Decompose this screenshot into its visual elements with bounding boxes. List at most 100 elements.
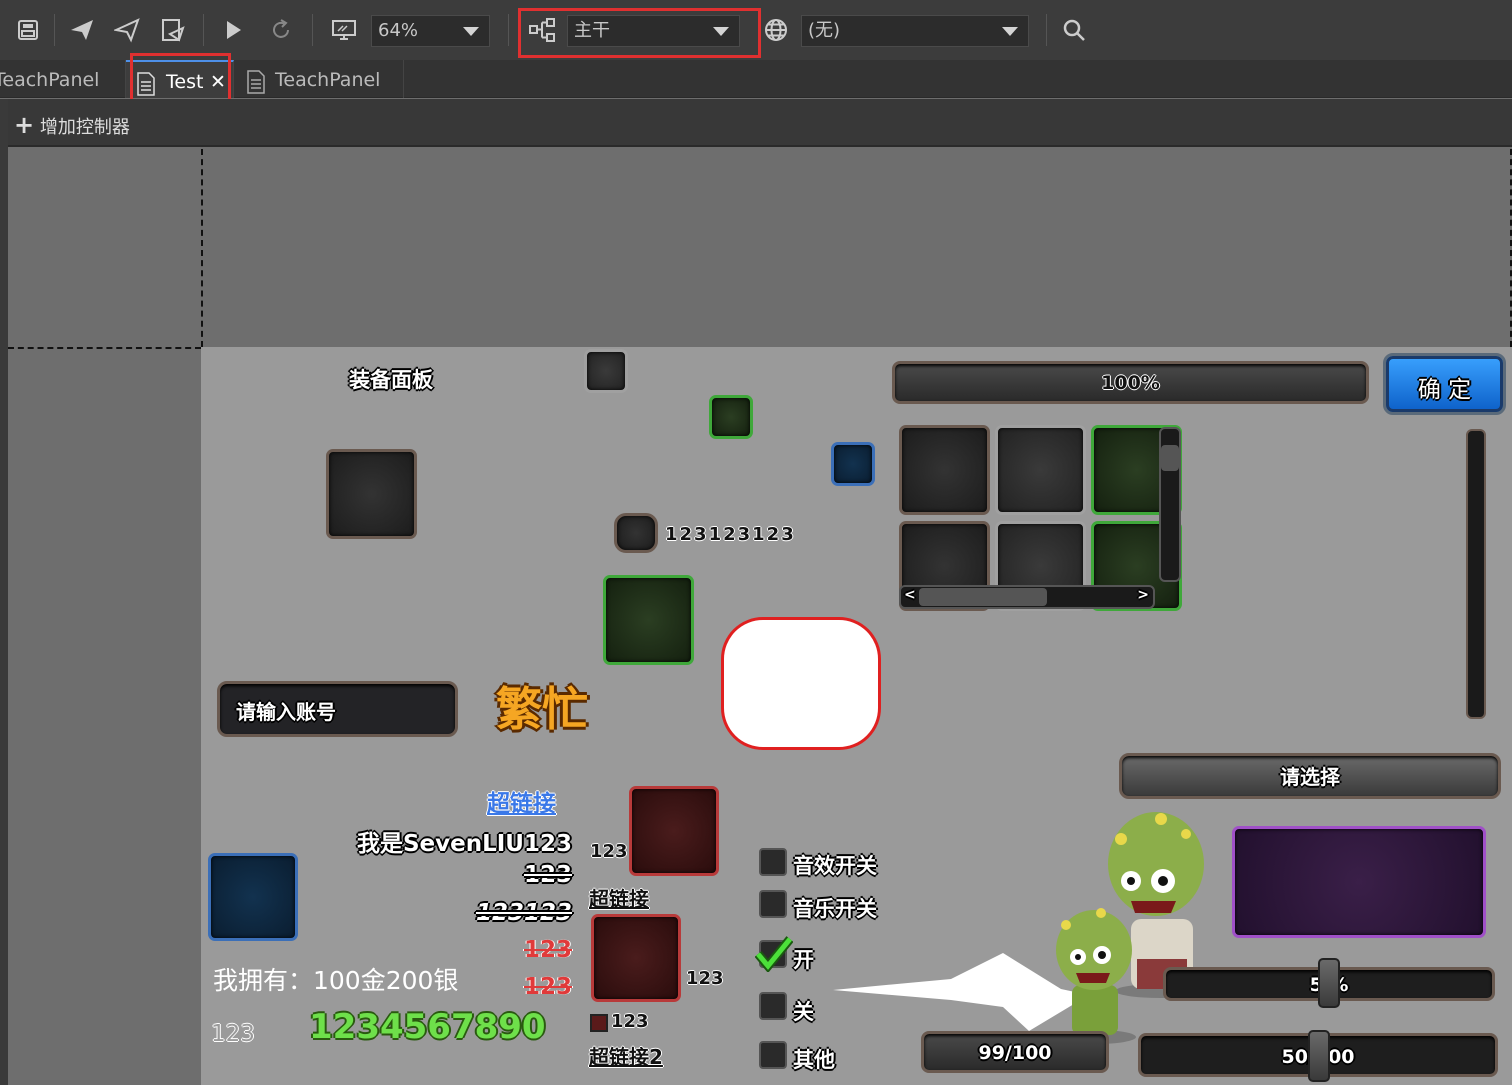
rounded-shape — [721, 617, 881, 750]
publish-settings-icon[interactable] — [157, 14, 189, 46]
label-123: 123 — [590, 841, 628, 862]
select-dropdown[interactable]: 请选择 — [1119, 753, 1501, 799]
publish-outline-icon[interactable] — [111, 14, 143, 46]
panel-title: 装备面板 — [349, 368, 433, 392]
checkbox-off[interactable] — [759, 992, 787, 1020]
chevron-down-icon — [1002, 27, 1018, 36]
guide-line — [201, 149, 203, 347]
busy-label: 繁忙 — [496, 682, 588, 736]
checkbox-label: 音效开关 — [793, 854, 877, 878]
item-list[interactable] — [899, 425, 1189, 611]
zoom-value: 64% — [378, 20, 419, 41]
tab-test[interactable]: Test ✕ — [126, 60, 234, 98]
zoom-select[interactable]: 64% — [371, 15, 490, 47]
preview-device-icon[interactable] — [328, 14, 360, 46]
tab-label: Test — [166, 71, 204, 93]
checkbox-label: 开 — [793, 948, 814, 972]
checkbox-label: 关 — [793, 1000, 814, 1024]
item-slot-blue[interactable] — [208, 853, 298, 941]
language-value: (无) — [808, 20, 841, 41]
checkbox-sound[interactable] — [759, 848, 787, 876]
item-slot-green[interactable] — [603, 575, 694, 665]
richtext-name: 我是SevenLIU123 — [356, 831, 572, 857]
save-icon[interactable] — [12, 14, 44, 46]
scrollbar-thumb[interactable] — [919, 588, 1047, 606]
label-123: 123 — [611, 1011, 649, 1032]
slider-thumb[interactable] — [1308, 1030, 1330, 1082]
branch-select[interactable]: 主干 — [567, 15, 740, 47]
item-slot-red[interactable] — [591, 914, 681, 1002]
hyperlink-1[interactable]: 超链接 — [487, 784, 556, 818]
checkbox-label: 其他 — [793, 1048, 835, 1072]
language-select[interactable]: (无) — [801, 15, 1029, 47]
horizontal-scrollbar[interactable]: < > — [899, 585, 1155, 609]
hyperlink-3[interactable]: 超链接2 — [589, 1041, 663, 1070]
numbers-label: 123123123 — [665, 524, 796, 545]
tab-label: TeachPanel — [275, 69, 381, 91]
tab-teachpanel-1[interactable]: TeachPanel — [0, 60, 126, 98]
item-slot-purple[interactable] — [1232, 826, 1486, 938]
slider-thumb[interactable] — [1318, 958, 1340, 1008]
confirm-label: 确 定 — [1417, 377, 1472, 403]
vertical-scrollbar[interactable] — [1159, 427, 1181, 582]
hyperlink-2[interactable]: 超链接 — [589, 883, 649, 912]
select-label: 请选择 — [1280, 765, 1340, 789]
scroll-right-arrow[interactable]: > — [1137, 587, 1149, 603]
branch-value: 主干 — [574, 20, 610, 41]
add-controller-bar[interactable]: + 增加控制器 — [0, 99, 1512, 147]
text-123-red: 123 — [523, 937, 572, 963]
search-icon[interactable] — [1058, 14, 1090, 46]
progress-label: 100% — [1101, 372, 1160, 394]
currency-text: 我拥有：100金200银 — [213, 966, 459, 995]
hp-label: 99/100 — [978, 1042, 1052, 1064]
guide-line — [8, 347, 201, 349]
account-placeholder: 请输入账号 — [236, 700, 336, 724]
zombie-character-icon — [1056, 908, 1136, 1044]
chevron-down-icon — [463, 27, 479, 36]
text-123123: 123123 — [475, 900, 572, 926]
chevron-down-icon — [713, 27, 729, 36]
toolbar: 64% 主干 (无) — [0, 0, 1512, 60]
vertical-slider[interactable] — [1466, 429, 1486, 719]
globe-icon[interactable] — [760, 14, 792, 46]
item-slot-red[interactable] — [629, 786, 719, 876]
checkbox-other[interactable] — [759, 1041, 787, 1069]
play-icon[interactable] — [217, 14, 249, 46]
checkbox-label: 音乐开关 — [793, 897, 877, 921]
item-slot[interactable] — [831, 442, 875, 486]
scroll-left-arrow[interactable]: < — [904, 587, 916, 603]
add-controller-label: 增加控制器 — [39, 117, 130, 138]
checkbox-on[interactable] — [755, 936, 793, 972]
document-tabs: TeachPanel Test ✕ TeachPanel — [0, 53, 1512, 106]
list-item[interactable] — [995, 425, 1086, 515]
publish-icon[interactable] — [66, 14, 98, 46]
canvas-stage: 装备面板 123123123 100% 确 定 < > 请输入账号 繁忙 请选择… — [8, 149, 1512, 1085]
checkbox-music[interactable] — [759, 890, 787, 918]
tab-label: TeachPanel — [0, 69, 100, 91]
branch-icon[interactable] — [526, 14, 558, 46]
left-gutter — [0, 99, 8, 1085]
confirm-button[interactable]: 确 定 — [1383, 353, 1506, 415]
small-red-slot[interactable] — [590, 1014, 608, 1032]
account-input[interactable]: 请输入账号 — [217, 681, 458, 737]
text-123: 123 — [523, 862, 572, 888]
item-slot[interactable] — [709, 395, 753, 439]
plus-icon: + — [14, 111, 35, 139]
item-slot-large[interactable] — [326, 449, 417, 539]
octagon-slot[interactable] — [614, 513, 658, 553]
list-item[interactable] — [899, 425, 990, 515]
hp-bar: 99/100 — [921, 1031, 1109, 1073]
slider-percent[interactable]: 5 % — [1163, 958, 1495, 1008]
label-123: 123 — [686, 968, 724, 989]
text-123-red: 123 — [523, 974, 572, 1000]
scrollbar-thumb[interactable] — [1161, 445, 1179, 471]
item-slot[interactable] — [584, 349, 628, 393]
tab-teachpanel-2[interactable]: TeachPanel — [234, 60, 404, 98]
slider-progress[interactable]: 50/100 — [1138, 1030, 1498, 1082]
refresh-icon[interactable] — [265, 14, 297, 46]
close-icon[interactable]: ✕ — [210, 62, 226, 102]
progress-bar-top: 100% — [892, 361, 1369, 404]
checkmark-icon — [755, 936, 793, 972]
green-digits: 1234567890 — [309, 1007, 546, 1047]
outline-123: 123 — [211, 1021, 255, 1047]
